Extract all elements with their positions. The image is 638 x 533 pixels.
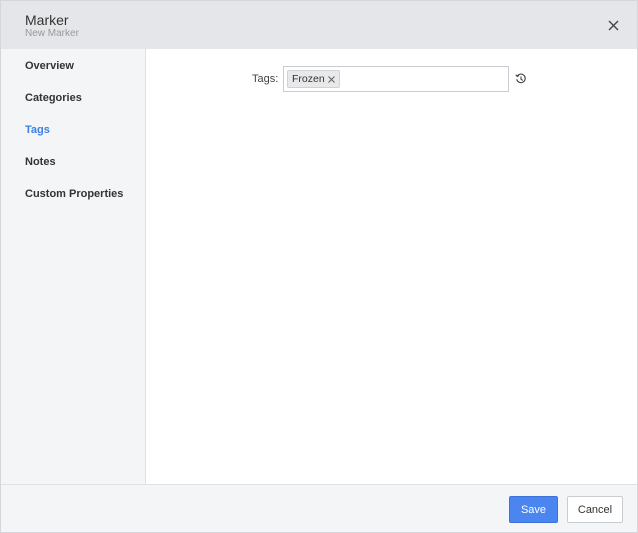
dialog-header: Marker New Marker xyxy=(1,1,637,49)
sidebar-item-custom-properties[interactable]: Custom Properties xyxy=(25,188,123,200)
history-icon xyxy=(515,73,526,84)
tag-chip-remove-button[interactable] xyxy=(327,75,335,83)
dialog-footer: Save Cancel xyxy=(1,484,637,532)
dialog-title: Marker xyxy=(25,12,69,28)
sidebar-item-notes[interactable]: Notes xyxy=(25,156,56,168)
tag-chip: Frozen xyxy=(287,70,340,88)
sidebar-item-overview[interactable]: Overview xyxy=(25,60,74,72)
close-icon xyxy=(608,20,618,30)
tags-label: Tags: xyxy=(252,73,279,85)
marker-dialog: Marker New Marker Overview Categories Ta… xyxy=(0,0,638,533)
sidebar-item-tags[interactable]: Tags xyxy=(25,124,50,136)
sidebar-item-categories[interactable]: Categories xyxy=(25,92,82,104)
tags-history-button[interactable] xyxy=(514,72,528,86)
tag-chip-label: Frozen xyxy=(292,73,325,85)
close-button[interactable] xyxy=(603,15,623,35)
tags-input[interactable]: Frozen xyxy=(283,66,509,92)
cancel-button[interactable]: Cancel xyxy=(567,496,623,523)
tags-panel: Tags: Frozen xyxy=(146,49,637,484)
dialog-subtitle: New Marker xyxy=(25,28,79,39)
sidebar: Overview Categories Tags Notes Custom Pr… xyxy=(1,49,146,484)
close-icon xyxy=(327,75,335,83)
save-button[interactable]: Save xyxy=(509,496,558,523)
